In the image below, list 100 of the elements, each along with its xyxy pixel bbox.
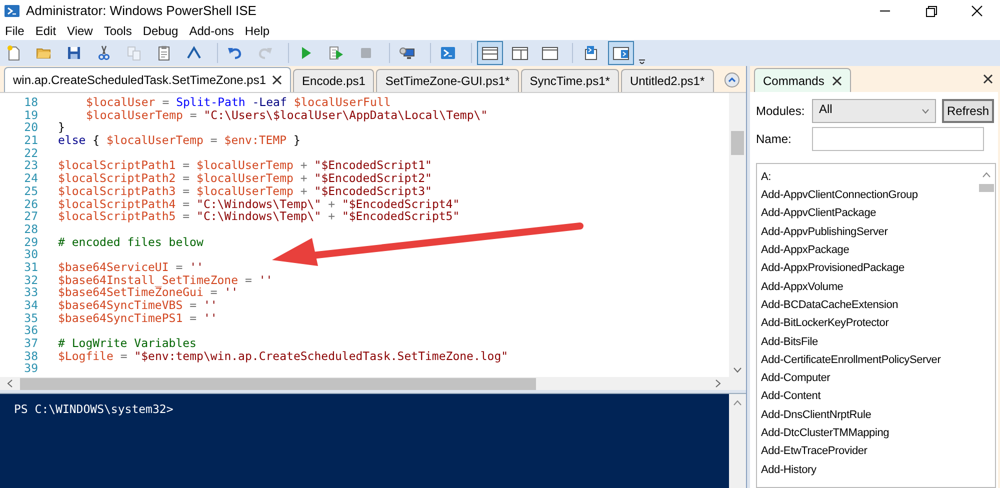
line-number: 38 xyxy=(23,350,38,362)
code-line: $localScriptPath1 = $localUserTemp + "$EncodedScript1" xyxy=(58,159,432,172)
command-item[interactable]: Add-BitLockerKeyProtector xyxy=(761,315,889,332)
line-number: 23 xyxy=(23,159,38,172)
code-line: # LogWrite Variables xyxy=(58,337,196,350)
code-line: # encoded files below xyxy=(58,236,204,248)
vertical-scrollbar[interactable] xyxy=(729,93,746,377)
line-number: 35 xyxy=(23,312,38,324)
command-pane-button[interactable] xyxy=(608,41,634,65)
command-item[interactable]: Add-EtwTraceProvider xyxy=(761,443,868,460)
powershell-icon[interactable] xyxy=(440,44,458,62)
refresh-button[interactable]: Refresh xyxy=(942,99,994,123)
chevron-right-icon[interactable] xyxy=(714,379,722,388)
code-line: $base64SetTimeZoneGui = '' xyxy=(58,286,238,299)
scrollbar-thumb[interactable] xyxy=(731,131,744,155)
line-number: 20 xyxy=(23,121,38,134)
menu-item[interactable]: Add-ons xyxy=(186,22,237,40)
chevron-left-icon[interactable] xyxy=(6,379,14,388)
line-number: 27 xyxy=(23,210,38,223)
line-number: 33 xyxy=(23,286,38,299)
script-editor[interactable] xyxy=(0,92,746,390)
code-line: $localScriptPath3 = $localUserTemp + "$EncodedScript3" xyxy=(58,184,432,198)
command-item[interactable]: Add-Computer xyxy=(761,370,830,387)
command-item[interactable]: Add-AppxPackage xyxy=(761,242,850,259)
command-item[interactable]: Add-History xyxy=(761,462,816,478)
code-line: $Logfile = "$env:temp\win.ap.CreateScheduledTask.SetTimeZone.log" xyxy=(58,350,508,362)
line-number: 36 xyxy=(23,324,38,338)
scrollbar-thumb[interactable] xyxy=(20,378,536,390)
command-item[interactable]: Add-CertificateEnrollmentPolicyServer xyxy=(761,352,941,368)
vertical-scrollbar[interactable] xyxy=(729,394,746,488)
command-item[interactable]: Add-AppvClientPackage xyxy=(761,205,876,222)
modules-label: Modules: xyxy=(756,103,806,120)
code-line: $localScriptPath4 = "C:\Windows\Temp\" + "$EncodedScript4" xyxy=(58,198,460,210)
command-item[interactable]: Add-BCDataCacheExtension xyxy=(761,296,898,314)
menu-item[interactable]: View xyxy=(64,22,96,40)
modules-dropdown[interactable]: All xyxy=(812,99,936,123)
window-title: Administrator: Windows PowerShell ISE xyxy=(26,2,256,20)
scrollbar-thumb[interactable] xyxy=(979,184,994,192)
line-number: 28 xyxy=(23,222,38,236)
layout-top-icon[interactable] xyxy=(481,44,499,62)
line-number: 21 xyxy=(23,134,38,147)
script-tab[interactable]: SyncTime.ps1* xyxy=(520,69,619,92)
code-line: $localUserTemp = "C:\Users\$localUser\AppData\Local\Temp\" xyxy=(86,108,488,122)
code-line: $base64SyncTimeVBS = '' xyxy=(58,299,218,312)
computer-icon[interactable] xyxy=(399,44,417,62)
line-number: 31 xyxy=(23,260,38,274)
command-item[interactable]: Add-AppxProvisionedPackage xyxy=(761,260,904,277)
code-line: else { $localUserTemp = $env:TEMP } xyxy=(58,134,300,147)
line-number: 26 xyxy=(23,198,38,210)
chevron-up-icon[interactable] xyxy=(733,400,742,406)
caret-icon xyxy=(922,108,929,114)
command-pane-icon[interactable] xyxy=(612,44,630,62)
menu-item[interactable]: Edit xyxy=(32,22,60,40)
layout-top-button[interactable] xyxy=(477,41,503,65)
code-line: $base64ServiceUI = '' xyxy=(58,260,204,274)
code-line: $localUser = Split-Path -Leaf $localUserFull xyxy=(86,96,391,109)
line-number: 30 xyxy=(23,248,38,261)
line-number: 24 xyxy=(23,172,38,185)
close-icon[interactable] xyxy=(983,74,993,84)
line-number: 18 xyxy=(23,96,38,109)
menu-item[interactable]: File xyxy=(2,22,28,40)
line-number: 32 xyxy=(23,274,38,286)
command-item[interactable]: Add-Content xyxy=(761,388,821,405)
code-line: $localScriptPath2 = $localUserTemp + "$EncodedScript2" xyxy=(58,172,432,185)
command-item[interactable]: Add-AppxVolume xyxy=(761,278,844,296)
chevron-down-icon[interactable] xyxy=(733,367,742,373)
command-item[interactable]: Add-AppvClientConnectionGroup xyxy=(761,187,918,204)
commands-tab[interactable]: Commands xyxy=(754,68,852,92)
layout-side-icon[interactable] xyxy=(511,44,529,62)
line-number: 34 xyxy=(23,299,38,312)
script-tab[interactable]: Encode.ps1 xyxy=(293,69,374,92)
command-item[interactable]: Add-AppvPublishingServer xyxy=(761,224,888,240)
menu-item[interactable]: Help xyxy=(242,22,273,40)
collapse-icon[interactable] xyxy=(724,72,740,88)
line-number: 29 xyxy=(23,236,38,248)
command-item[interactable]: A: xyxy=(761,168,771,186)
name-label: Name: xyxy=(756,131,792,148)
name-input[interactable] xyxy=(812,127,984,151)
script-tab[interactable]: Untitled2.ps1* xyxy=(620,69,714,92)
chevron-up-icon[interactable] xyxy=(982,172,991,178)
layout-maximized-icon[interactable] xyxy=(541,44,559,62)
code-line: } xyxy=(58,121,65,134)
command-item[interactable]: Add-DnsClientNrptRule xyxy=(761,406,872,424)
close-icon[interactable] xyxy=(272,75,282,85)
code-line: $base64Install_SetTimeZone = '' xyxy=(58,274,273,286)
command-item[interactable]: Add-DtcClusterTMMapping xyxy=(761,425,890,442)
menu-item[interactable]: Debug xyxy=(140,22,182,40)
line-number: 25 xyxy=(23,184,38,198)
close-icon[interactable] xyxy=(832,76,842,86)
script-tab[interactable]: SetTimeZone-GUI.ps1* xyxy=(376,69,519,92)
horizontal-scrollbar[interactable] xyxy=(0,377,746,390)
line-number: 37 xyxy=(23,337,38,350)
console-prompt: PS C:\WINDOWS\system32> xyxy=(14,402,174,416)
code-line: $base64SyncTimePS1 = '' xyxy=(58,312,218,324)
line-number: 39 xyxy=(23,362,38,376)
script-pane-icon[interactable] xyxy=(582,44,600,62)
script-tab[interactable]: win.ap.CreateScheduledTask.SetTimeZone.ps1 xyxy=(4,67,292,92)
command-item[interactable]: Add-BitsFile xyxy=(761,334,818,350)
menu-item[interactable]: Tools xyxy=(100,22,135,40)
powershell-icon xyxy=(4,3,20,19)
